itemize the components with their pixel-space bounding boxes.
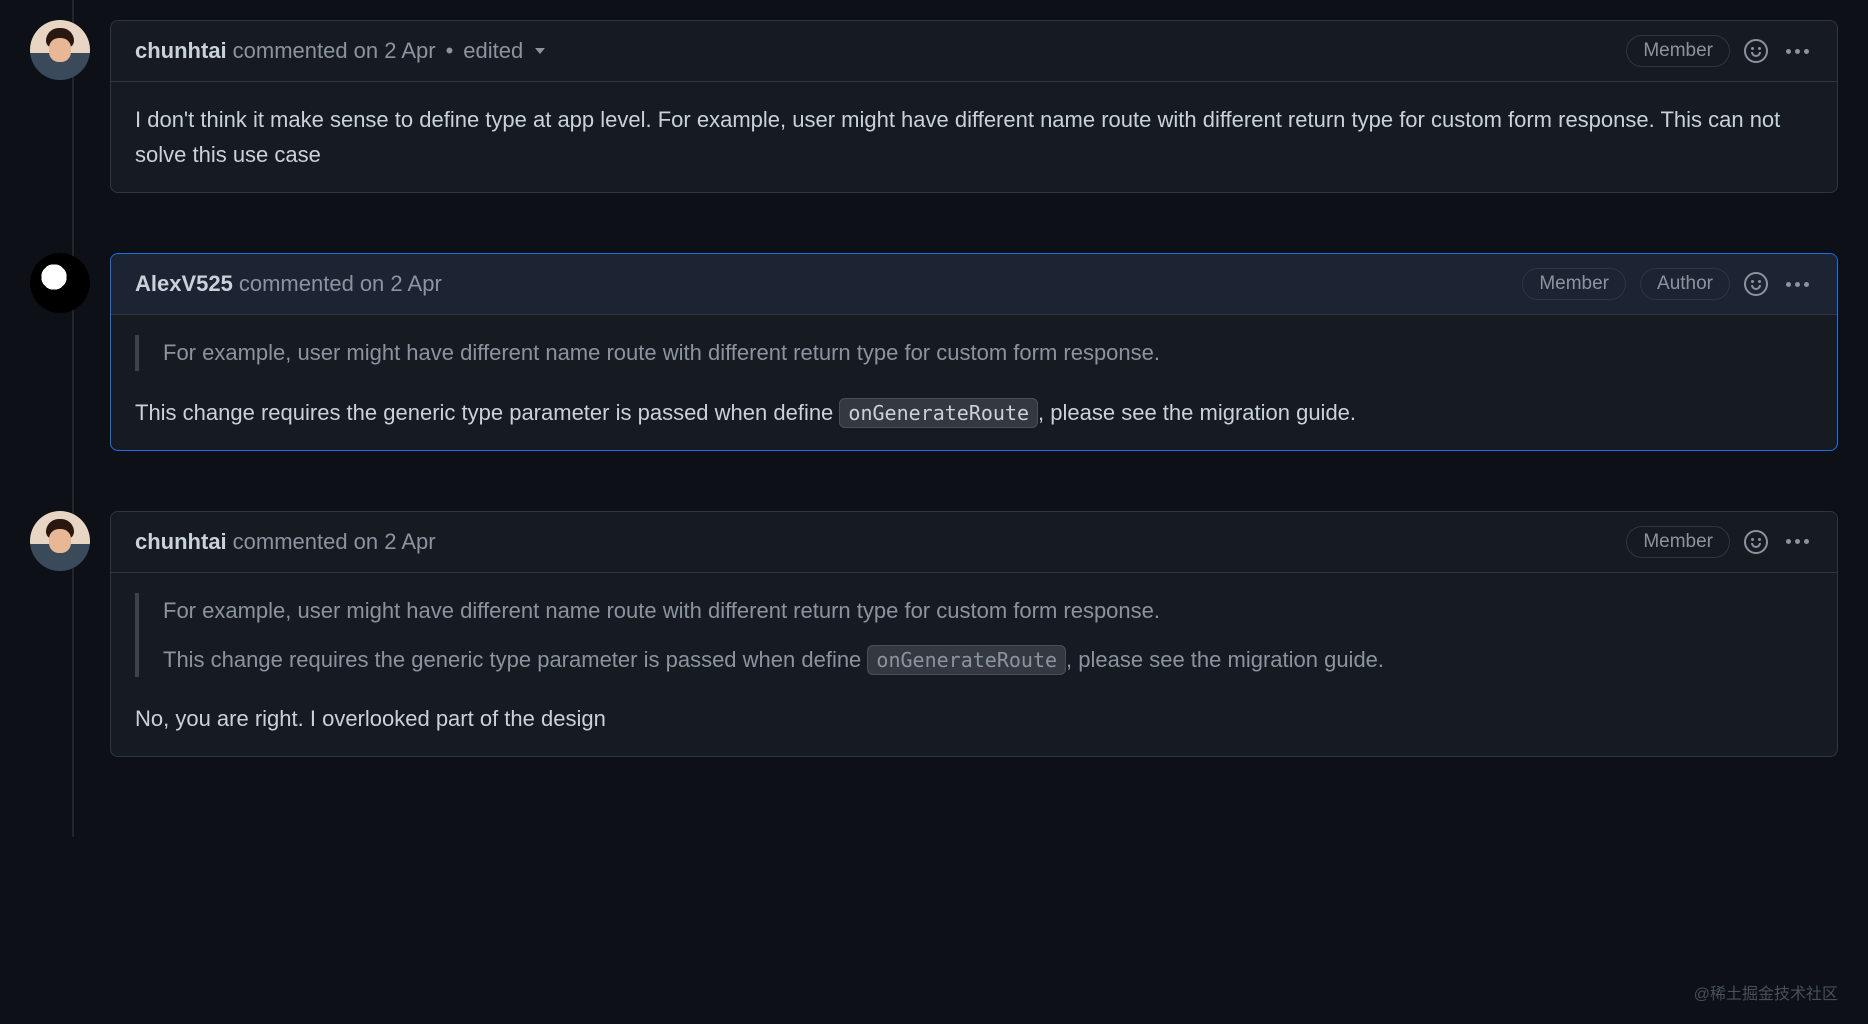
comment-body: For example, user might have different n…: [111, 315, 1837, 449]
comment-header-right: Member: [1626, 35, 1813, 67]
author-badge: Author: [1640, 268, 1730, 300]
emoji-reaction-button[interactable]: [1744, 39, 1768, 63]
kebab-menu-button[interactable]: [1782, 539, 1813, 544]
comment-box: chunhtai commented on 2 Apr • edited Mem…: [110, 20, 1838, 193]
comment-item: chunhtai commented on 2 Apr Member For e…: [0, 511, 1868, 758]
code-inline: onGenerateRoute: [839, 398, 1038, 428]
comment-body: For example, user might have different n…: [111, 573, 1837, 757]
quote-block: For example, user might have different n…: [135, 335, 1813, 370]
member-badge: Member: [1626, 35, 1730, 67]
separator-dot: •: [446, 38, 454, 64]
member-badge: Member: [1522, 268, 1626, 300]
comment-text: I don't think it make sense to define ty…: [135, 102, 1813, 172]
comment-header-right: Member: [1626, 526, 1813, 558]
member-badge: Member: [1626, 526, 1730, 558]
emoji-reaction-button[interactable]: [1744, 530, 1768, 554]
comment-header-left: AlexV525 commented on 2 Apr: [135, 271, 442, 297]
comment-header: chunhtai commented on 2 Apr Member: [111, 512, 1837, 573]
comment-header-left: chunhtai commented on 2 Apr: [135, 529, 436, 555]
quote-block: For example, user might have different n…: [135, 593, 1813, 677]
commented-text: commented: [239, 271, 354, 297]
comment-date[interactable]: on 2 Apr: [354, 38, 436, 64]
comment-body: I don't think it make sense to define ty…: [111, 82, 1837, 192]
avatar[interactable]: [30, 511, 90, 571]
comment-header-right: Member Author: [1522, 268, 1813, 300]
commented-text: commented: [233, 529, 348, 555]
comment-header: chunhtai commented on 2 Apr • edited Mem…: [111, 21, 1837, 82]
avatar[interactable]: [30, 253, 90, 313]
commented-text: commented: [233, 38, 348, 64]
comment-box: chunhtai commented on 2 Apr Member For e…: [110, 511, 1838, 758]
edited-label[interactable]: edited: [463, 38, 523, 64]
comment-text: No, you are right. I overlooked part of …: [135, 701, 1813, 736]
emoji-reaction-button[interactable]: [1744, 272, 1768, 296]
username-link[interactable]: chunhtai: [135, 38, 227, 64]
comment-item: AlexV525 commented on 2 Apr Member Autho…: [0, 253, 1868, 450]
quote-text: For example, user might have different n…: [163, 593, 1813, 628]
avatar[interactable]: [30, 20, 90, 80]
comment-date[interactable]: on 2 Apr: [360, 271, 442, 297]
comment-header-left: chunhtai commented on 2 Apr • edited: [135, 38, 545, 64]
username-link[interactable]: AlexV525: [135, 271, 233, 297]
comment-date[interactable]: on 2 Apr: [354, 529, 436, 555]
username-link[interactable]: chunhtai: [135, 529, 227, 555]
watermark: @稀土掘金技术社区: [1694, 980, 1838, 1004]
quote-text: For example, user might have different n…: [163, 335, 1813, 370]
quote-text: This change requires the generic type pa…: [163, 642, 1813, 677]
comment-box: AlexV525 commented on 2 Apr Member Autho…: [110, 253, 1838, 450]
kebab-menu-button[interactable]: [1782, 282, 1813, 287]
comment-header: AlexV525 commented on 2 Apr Member Autho…: [111, 254, 1837, 315]
code-inline: onGenerateRoute: [867, 645, 1066, 675]
comment-item: chunhtai commented on 2 Apr • edited Mem…: [0, 20, 1868, 193]
chevron-down-icon[interactable]: [535, 48, 545, 54]
kebab-menu-button[interactable]: [1782, 49, 1813, 54]
comment-text: This change requires the generic type pa…: [135, 395, 1813, 430]
